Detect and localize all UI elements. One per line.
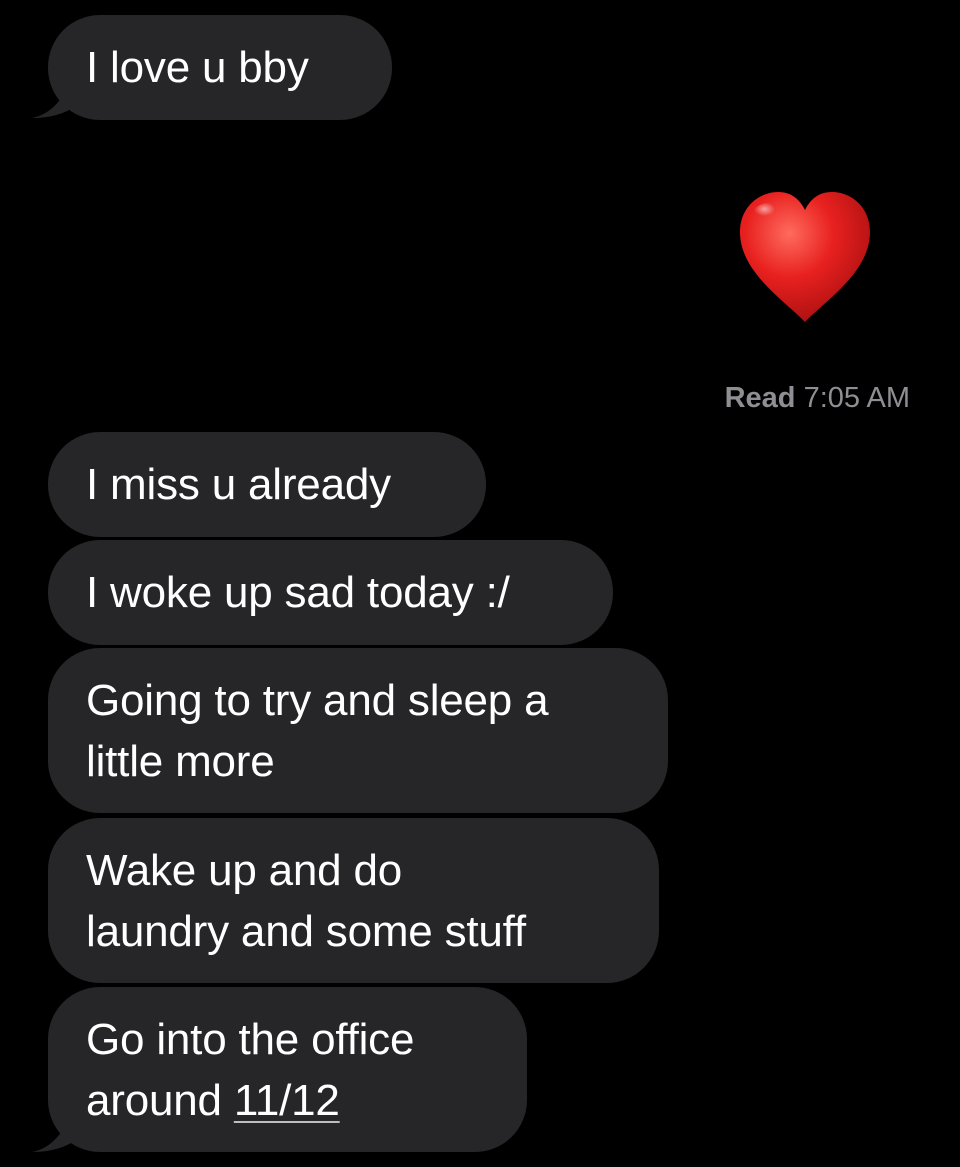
bubble-tail	[32, 1112, 76, 1152]
message-text-prefix: around	[86, 1076, 234, 1125]
message-text-line: around 11/12	[86, 1070, 489, 1131]
date-link[interactable]: 11/12	[234, 1076, 340, 1125]
incoming-message-bubble[interactable]: Going to try and sleep a little more	[48, 648, 668, 813]
message-text-line: little more	[86, 737, 275, 786]
message-text-line: Go into the office	[86, 1015, 415, 1064]
incoming-message-bubble[interactable]: I miss u already	[48, 432, 486, 537]
read-receipt: Read 7:05 AM	[725, 378, 910, 418]
message-text-line: laundry and some stuff	[86, 907, 526, 956]
incoming-message-bubble[interactable]: Wake up and do laundry and some stuff	[48, 818, 659, 983]
bubble-tail	[32, 78, 76, 118]
message-text-line: Wake up and do	[86, 846, 403, 895]
incoming-message-bubble[interactable]: I woke up sad today :/	[48, 540, 613, 645]
message-text: I love u bby	[86, 43, 309, 92]
read-time: 7:05 AM	[803, 382, 910, 414]
read-label: Read	[724, 382, 796, 414]
message-thread[interactable]: I love u bby Read 7:05 AM I miss u alrea…	[0, 0, 960, 1167]
message-text: I woke up sad today :/	[86, 568, 510, 617]
message-text-line: Going to try and sleep a	[86, 676, 549, 725]
incoming-message-bubble[interactable]: Go into the office around 11/12	[48, 987, 527, 1152]
red-heart-emoji-icon[interactable]	[734, 188, 876, 326]
incoming-message-bubble[interactable]: I love u bby	[48, 15, 392, 120]
message-text: I miss u already	[86, 460, 391, 509]
